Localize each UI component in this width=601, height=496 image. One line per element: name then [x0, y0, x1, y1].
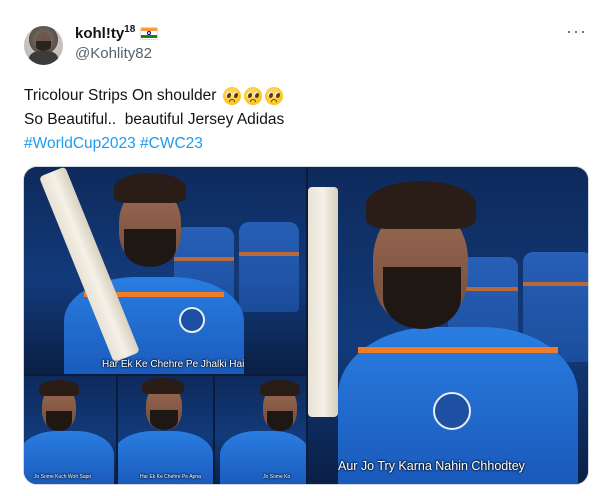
tweet-line-1-text: Tricolour Strips On shoulder: [24, 87, 217, 104]
pleading-face-emoji-icon: [265, 87, 284, 105]
tweet-hashtags: #WorldCup2023 #CWC23: [24, 132, 284, 156]
media-thumb-1[interactable]: Jo Some Kuch Woh Sapn: [24, 376, 116, 484]
tweet-text: Tricolour Strips On shoulder So Beautifu…: [24, 84, 284, 156]
pleading-face-emoji-icon: [223, 87, 242, 105]
hashtag-worldcup2023[interactable]: #WorldCup2023: [24, 132, 136, 156]
thumb-caption: Jo Some Kuch Woh Sapn: [34, 474, 92, 480]
author-display-name[interactable]: kohl!ty18: [75, 24, 159, 42]
player-figure: [328, 167, 588, 484]
media-grid[interactable]: Har Ek Ke Chehre Pe Jhalki Hai Jo Some K…: [23, 166, 589, 485]
pleading-face-emoji-icon: [244, 87, 263, 105]
video-caption: Har Ek Ke Chehre Pe Jhalki Hai: [102, 359, 245, 370]
media-image-top-left[interactable]: Har Ek Ke Chehre Pe Jhalki Hai: [24, 167, 306, 374]
media-thumb-2[interactable]: Har Ek Ke Chehre Pe Apna: [118, 376, 213, 484]
avatar-shirt: [29, 51, 58, 65]
author-avatar[interactable]: [24, 26, 63, 65]
tweet-line-1: Tricolour Strips On shoulder: [24, 84, 284, 108]
more-options-icon[interactable]: ···: [566, 22, 587, 40]
thumb-caption: Har Ek Ke Chehre Pe Apna: [140, 474, 201, 480]
author-handle[interactable]: @Kohlity82: [75, 45, 152, 62]
thumb-caption: Jo Some Ko: [263, 474, 291, 480]
display-name-text: kohl!ty18: [75, 24, 136, 42]
india-flag-icon: [140, 26, 159, 40]
media-thumb-3[interactable]: Jo Some Ko: [215, 376, 306, 484]
media-image-right[interactable]: Aur Jo Try Karna Nahin Chhodtey: [308, 167, 588, 484]
tweet-card: kohl!ty18 @Kohlity82 ··· Tricolour Strip…: [0, 0, 601, 496]
tweet-line-2: So Beautiful.. beautiful Jersey Adidas: [24, 111, 285, 128]
video-caption: Aur Jo Try Karna Nahin Chhodtey: [338, 459, 525, 473]
hashtag-cwc23[interactable]: #CWC23: [140, 132, 203, 156]
cricket-bat: [308, 187, 338, 417]
avatar-beard: [36, 41, 51, 51]
display-name-superscript: 18: [124, 24, 136, 35]
